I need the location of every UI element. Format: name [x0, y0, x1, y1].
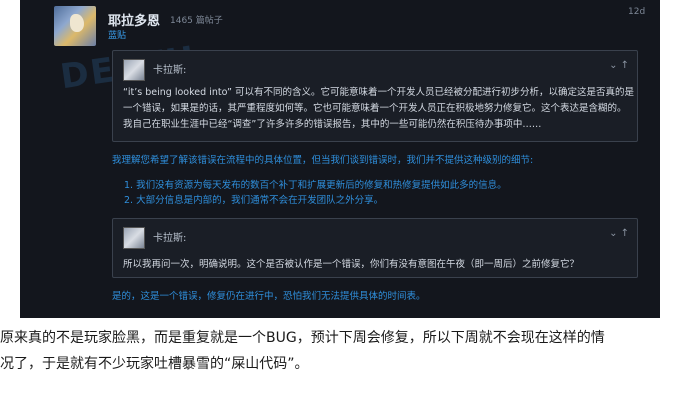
reply-item: 1. 我们没有资源为每天发布的数百个补丁和扩展更新后的修复和热修复提供如此多的信…: [124, 180, 507, 191]
quote-line: 一个错误，如果是的话，其严重程度如何等。它也可能意味着一个开发人员正在积极地努力…: [123, 103, 627, 114]
quote-block-2: 卡拉斯: ⌄ ↑ 所以我再问一次，明确说明。这个是否被认作是一个错误，你们有没有…: [112, 218, 638, 278]
reply-item: 2. 大部分信息是内部的，我们通常不会在开发团队之外分享。: [124, 195, 384, 206]
avatar-figure: [70, 14, 84, 32]
reply-final: 是的，这是一个错误，修复仍在进行中，恐怕我们无法提供具体的时间表。: [112, 291, 426, 302]
avatar[interactable]: [54, 6, 96, 46]
quote-text: “it’s being looked into” 可以有不同的含义。它可能意味着…: [123, 85, 634, 133]
forum-screenshot: DEATH 耶拉多恩 1465 篇帖子 蓝贴 12d 卡拉斯: ⌄ ↑ “it’…: [20, 0, 660, 318]
article-caption: 原来真的不是玩家脸黑，而是重复就是一个BUG，预计下周会修复，所以下周就不会现在…: [0, 325, 680, 377]
caption-line: 况了，于是就有不少玩家吐槽暴雪的“屎山代码”。: [0, 356, 309, 372]
reply-intro: 我理解您希望了解该错误在流程中的具体位置，但当我们谈到错误时，我们并不提供这种级…: [112, 155, 534, 166]
quote-author[interactable]: 卡拉斯:: [153, 61, 186, 76]
post-count: 1465 篇帖子: [170, 16, 223, 26]
post-author[interactable]: 耶拉多恩: [108, 10, 160, 29]
quote-text: 所以我再问一次，明确说明。这个是否被认作是一个错误，你们有没有意图在午夜（即一周…: [123, 257, 579, 273]
post-time[interactable]: 12d: [628, 7, 645, 17]
quote-line: 我自己在职业生涯中已经“调查”了许多许多的错误报告，其中的一些可能仍然在积压待办…: [123, 119, 542, 130]
quote-line: “it’s being looked into” 可以有不同的含义。它可能意味着…: [123, 87, 634, 98]
author-role-badge: 蓝贴: [108, 31, 127, 41]
quote-expand-icon[interactable]: ⌄ ↑: [609, 60, 629, 71]
caption-line: 原来真的不是玩家脸黑，而是重复就是一个BUG，预计下周会修复，所以下周就不会现在…: [0, 330, 605, 346]
quote-block-1: 卡拉斯: ⌄ ↑ “it’s being looked into” 可以有不同的…: [112, 50, 638, 142]
quote-line: 所以我再问一次，明确说明。这个是否被认作是一个错误，你们有没有意图在午夜（即一周…: [123, 259, 580, 270]
quote-author[interactable]: 卡拉斯:: [153, 229, 186, 244]
quote-avatar: [123, 59, 145, 81]
quote-expand-icon[interactable]: ⌄ ↑: [609, 228, 629, 239]
quote-avatar: [123, 227, 145, 249]
